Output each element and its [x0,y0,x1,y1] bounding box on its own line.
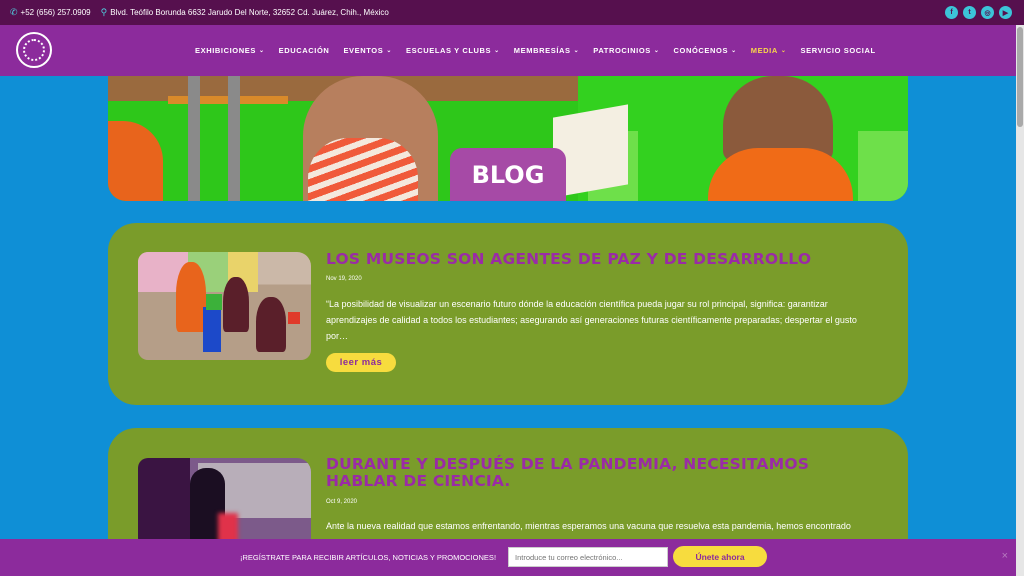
phone-info[interactable]: ✆ +52 (656) 257.0909 [10,7,91,18]
chevron-down-icon: ⌄ [653,48,660,54]
hero-post [228,76,240,201]
hero-girl-shirt [308,138,418,201]
blog-hero-image: BLOG [108,76,908,201]
nav-item-escuelas-y-clubs[interactable]: ESCUELAS Y CLUBS ⌄ [406,46,500,55]
newsletter-label: ¡REGÍSTRATE PARA RECIBIR ARTÍCULOS, NOTI… [240,553,497,562]
site-logo[interactable] [16,32,52,68]
social-links: f t ◎ ▶ [945,6,1012,19]
nav-item-eventos[interactable]: EVENTOS ⌄ [343,46,392,55]
chevron-down-icon: ⌄ [386,48,392,54]
nav-menu: EXHIBICIONES ⌄ EDUCACIÓN EVENTOS ⌄ ESCUELA… [195,25,876,76]
hero-boy-shirt [708,148,853,201]
chevron-down-icon: ⌄ [731,48,737,54]
scrollbar-thumb[interactable] [1017,27,1023,127]
post-excerpt: “La posibilidad de visualizar un escenar… [326,299,857,341]
nav-item-exhibiciones[interactable]: EXHIBICIONES ⌄ [195,46,265,55]
hero-figure [108,121,163,201]
chevron-down-icon: ⌄ [780,48,787,54]
hero-chair [858,131,908,201]
close-icon[interactable]: × [1002,550,1008,562]
nav-item-educacion[interactable]: EDUCACIÓN [279,46,330,55]
page-scrollbar[interactable] [1016,25,1024,576]
post-thumbnail[interactable] [138,252,311,360]
newsletter-bar: ¡REGÍSTRATE PARA RECIBIR ARTÍCULOS, NOTI… [0,539,1016,576]
chevron-down-icon: ⌄ [494,48,500,54]
nav-item-servicio-social[interactable]: SERVICIO SOCIAL [801,46,876,55]
address-text: Blvd. Teófilo Borunda 6632 Jarudo Del No… [110,8,389,17]
chevron-down-icon: ⌄ [258,48,265,54]
email-input[interactable] [508,547,668,567]
main-navigation: EXHIBICIONES ⌄ EDUCACIÓN EVENTOS ⌄ ESCUELA… [0,25,1016,76]
chevron-down-icon: ⌄ [573,48,580,54]
nav-item-conocenos[interactable]: CONÓCENOS ⌄ [674,46,737,55]
youtube-icon[interactable]: ▶ [999,6,1012,19]
post-date: Oct 9, 2020 [326,499,358,505]
post-title[interactable]: DURANTE Y DESPUÉS DE LA PANDEMIA, NECESI… [326,456,886,490]
post-thumbnail[interactable] [138,458,311,548]
facebook-icon[interactable]: f [945,6,958,19]
top-info-bar: ✆ +52 (656) 257.0909 ⚲ Blvd. Teófilo Bor… [0,0,1024,25]
location-pin-icon: ⚲ [100,7,108,17]
post-date: Nov 19, 2020 [326,276,362,282]
phone-number: +52 (656) 257.0909 [20,8,91,17]
subscribe-button[interactable]: Únete ahora [673,546,767,567]
nav-item-membresias[interactable]: MEMBRESÍAS ⌄ [514,46,579,55]
twitter-icon[interactable]: t [963,6,976,19]
page-title: BLOG [450,148,566,201]
hero-post [188,76,200,201]
post-excerpt: Ante la nueva realidad que estamos enfre… [326,521,851,531]
address-info[interactable]: ⚲ Blvd. Teófilo Borunda 6632 Jarudo Del … [101,7,389,18]
post-title[interactable]: LOS MUSEOS SON AGENTES DE PAZ Y DE DESAR… [326,251,886,268]
instagram-icon[interactable]: ◎ [981,6,994,19]
read-more-button[interactable]: leer más [326,353,396,372]
nav-item-patrocinios[interactable]: PATROCINIOS ⌄ [593,46,659,55]
nav-item-media[interactable]: MEDIA ⌄ [751,46,787,55]
blog-post-card: LOS MUSEOS SON AGENTES DE PAZ Y DE DESAR… [108,223,908,405]
phone-icon: ✆ [10,7,18,17]
